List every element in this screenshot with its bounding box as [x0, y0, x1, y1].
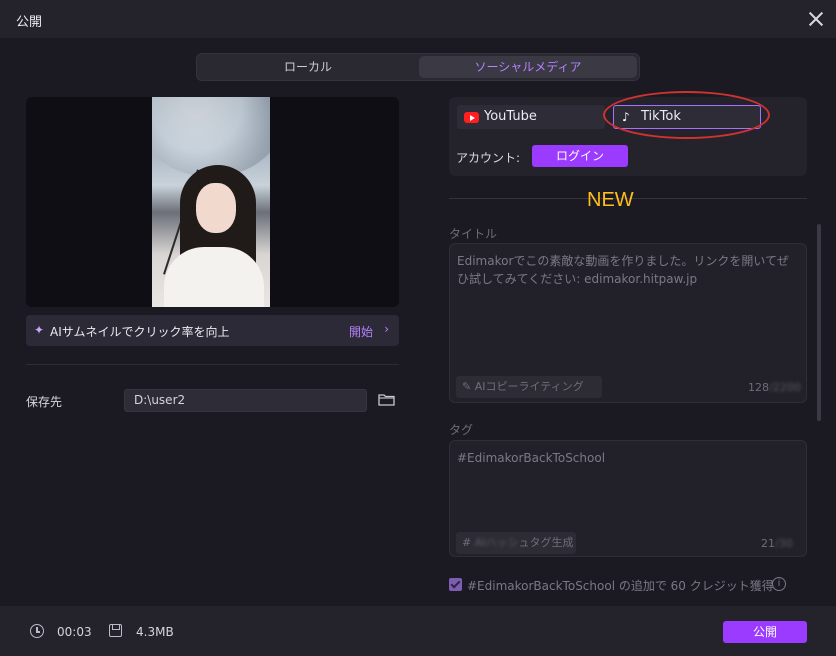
- title-textarea[interactable]: Edimakorでこの素敵な動画を作りました。リンクを開いてぜひ試してみてくださ…: [449, 243, 807, 403]
- ai-copywriting-button[interactable]: ✎ AIコピーライティング: [456, 376, 602, 398]
- close-icon[interactable]: [806, 9, 826, 29]
- ai-thumbnail-bar[interactable]: ✦ AIサムネイルでクリック率を向上 開始 ›: [26, 315, 399, 346]
- preview-thumbnail: [152, 97, 270, 307]
- divider: [26, 364, 399, 365]
- bonus-checkbox-label: #EdimakorBackToSchool の追加で 60 クレジット獲得: [467, 579, 774, 593]
- platform-tiktok[interactable]: ♪ TikTok: [613, 105, 761, 129]
- publish-mode-tabs: ローカル ソーシャルメディア: [196, 53, 640, 81]
- platform-name: YouTube: [484, 109, 537, 124]
- tab-social-media[interactable]: ソーシャルメディア: [419, 56, 637, 78]
- footer-bar: [0, 606, 836, 656]
- ai-copy-icon: ✎: [462, 380, 472, 393]
- video-duration: 00:03: [57, 625, 92, 639]
- chevron-right-icon[interactable]: ›: [384, 322, 389, 336]
- tag-field-label: タグ: [449, 423, 474, 437]
- title-text: Edimakorでこの素敵な動画を作りました。リンクを開いてぜひ試してみてくださ…: [457, 254, 790, 286]
- new-annotation: NEW: [587, 189, 634, 211]
- title-bar: 公開: [0, 0, 836, 38]
- info-icon[interactable]: i: [772, 577, 786, 591]
- tag-count: 21/30: [761, 537, 793, 550]
- save-path-input[interactable]: D:\user2: [124, 389, 367, 412]
- save-location-label: 保存先: [26, 395, 63, 409]
- tag-textarea[interactable]: #EdimakorBackToSchool # AIハッシュタグ生成 21/30: [449, 440, 807, 557]
- clock-icon: [30, 624, 44, 638]
- platform-name: TikTok: [641, 109, 681, 124]
- youtube-icon: [464, 112, 479, 123]
- platform-youtube[interactable]: YouTube: [457, 105, 605, 129]
- login-button[interactable]: ログイン: [532, 145, 628, 167]
- tiktok-icon: ♪: [622, 110, 630, 124]
- hashtag-generate-button[interactable]: # AIハッシュタグ生成: [456, 532, 576, 554]
- account-label: アカウント:: [456, 151, 521, 165]
- publish-button[interactable]: 公開: [723, 621, 807, 643]
- title-field-label: タイトル: [449, 227, 498, 241]
- sparkle-icon: ✦: [34, 323, 45, 337]
- ai-thumbnail-start-button[interactable]: 開始: [349, 323, 373, 340]
- tag-text: #EdimakorBackToSchool: [457, 451, 606, 465]
- folder-icon[interactable]: [378, 393, 395, 406]
- title-char-count: 128/2200: [748, 381, 801, 394]
- video-preview: [26, 97, 399, 307]
- window-title: 公開: [16, 15, 43, 30]
- file-size: 4.3MB: [136, 625, 174, 639]
- ai-thumbnail-label: AIサムネイルでクリック率を向上: [50, 325, 230, 339]
- scrollbar[interactable]: [817, 224, 821, 421]
- bonus-checkbox[interactable]: [449, 578, 462, 591]
- hashtag-icon: #: [462, 536, 472, 549]
- disk-icon: [109, 624, 122, 637]
- tab-local[interactable]: ローカル: [199, 56, 417, 78]
